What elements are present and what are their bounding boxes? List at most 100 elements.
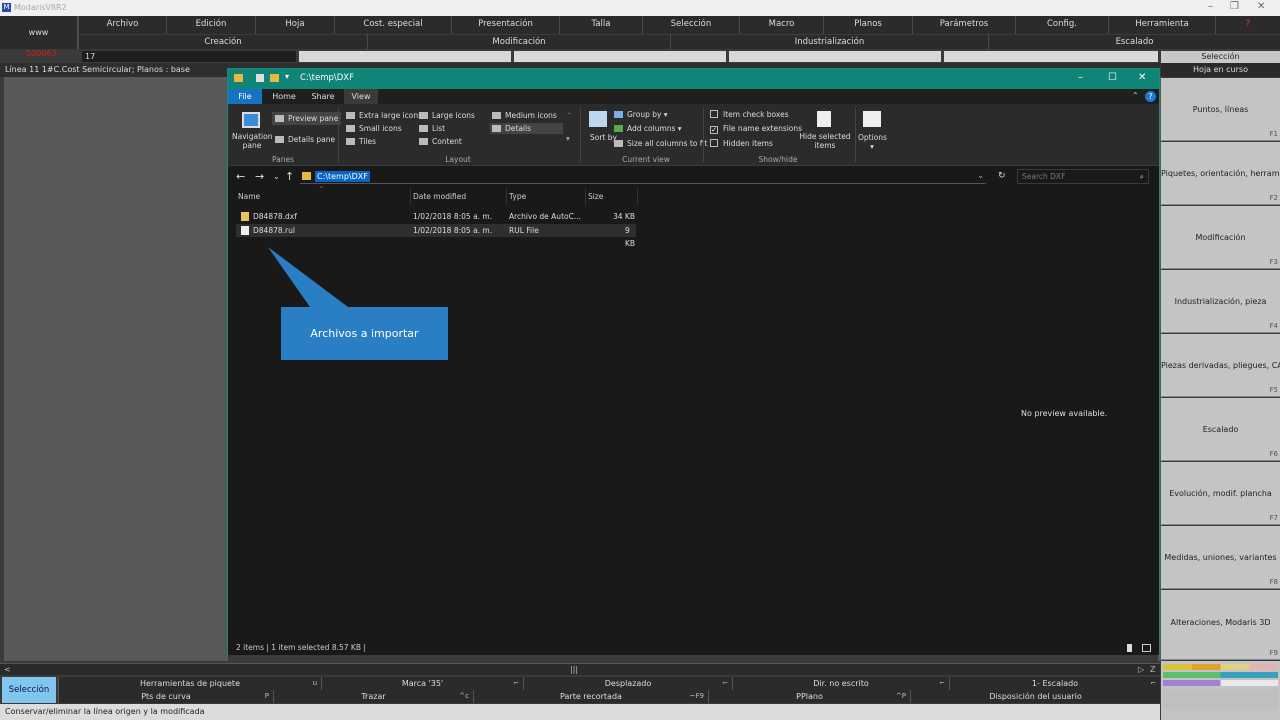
layout-medium-icons[interactable]: Medium icons — [492, 111, 557, 120]
tab-view[interactable]: View — [344, 89, 378, 104]
item-check-boxes-toggle[interactable]: Item check boxes — [710, 110, 789, 119]
add-columns-button[interactable]: Add columns ▾ — [614, 124, 682, 133]
menu-hoja[interactable]: Hoja — [255, 16, 334, 34]
forward-icon[interactable]: → — [255, 170, 264, 183]
menu-presentacion[interactable]: Presentación — [451, 16, 559, 34]
tool-dir-no-escrito[interactable]: Dir. no escrito ⌐ — [732, 677, 949, 690]
menu-herramienta[interactable]: Herramienta — [1108, 16, 1215, 34]
menu-talla[interactable]: Talla — [559, 16, 642, 34]
close-icon[interactable]: ✕ — [1257, 1, 1265, 12]
details-view-icon[interactable] — [1127, 644, 1132, 652]
layout-details[interactable]: Details — [490, 123, 563, 134]
tab-home[interactable]: Home — [266, 89, 302, 104]
menu-modificacion[interactable]: Modificación — [367, 34, 670, 49]
work-area[interactable] — [4, 77, 228, 661]
tool-slot-4[interactable] — [944, 51, 1158, 62]
sort-by-button[interactable]: Sort by — [590, 133, 617, 142]
sidebar-item-piquetes[interactable]: Piquetes, orientación, herramientas F2 — [1161, 142, 1280, 205]
zoom-icon[interactable]: Z — [1150, 664, 1155, 675]
refresh-icon[interactable]: ↻ — [998, 171, 1006, 181]
new-folder-icon[interactable] — [270, 74, 279, 82]
explorer-maximize-icon[interactable]: ☐ — [1108, 72, 1117, 83]
tool-slot-3[interactable] — [729, 51, 941, 62]
selection-button[interactable]: Selección — [2, 677, 56, 703]
scroll-right-icon[interactable]: ▷ — [1138, 664, 1144, 675]
menu-planos[interactable]: Planos — [823, 16, 912, 34]
tool-notch-tools[interactable]: Herramientas de piquete u — [58, 677, 321, 690]
address-text[interactable]: C:\temp\DXF — [315, 171, 370, 182]
help-icon[interactable]: ? — [1215, 16, 1280, 34]
minimize-icon[interactable]: – — [1208, 1, 1213, 12]
menu-parametros[interactable]: Parámetros — [912, 16, 1015, 34]
tool-slot-2[interactable] — [514, 51, 726, 62]
sidebar-current-sheet[interactable]: Hoja en curso — [1161, 63, 1280, 77]
properties-icon[interactable] — [256, 74, 264, 82]
sidebar-item-puntos[interactable]: Puntos, líneas F1 — [1161, 78, 1280, 141]
layout-expand-icon[interactable]: ▾ — [566, 134, 570, 143]
explorer-minimize-icon[interactable]: – — [1078, 72, 1083, 83]
sidebar-item-modificacion[interactable]: Modificación F3 — [1161, 206, 1280, 269]
up-icon[interactable]: ↑ — [285, 170, 294, 183]
file-row[interactable]: D84878.dxf 1/02/2018 8:05 a. m. Archivo … — [236, 210, 636, 223]
www-button[interactable]: www — [0, 16, 78, 49]
sidebar-item-industrializacion[interactable]: Industrialización, pieza F4 — [1161, 270, 1280, 333]
tool-pplano[interactable]: PPlano ^P — [708, 690, 910, 703]
layout-scroll-up-icon[interactable]: ⌃ — [566, 111, 572, 120]
navigation-pane-button[interactable]: Navigation pane — [232, 132, 272, 150]
layout-small-icons[interactable]: Small icons — [346, 124, 402, 133]
recent-locations-icon[interactable]: ⌄ — [273, 172, 280, 181]
restore-icon[interactable]: ❐ — [1230, 1, 1239, 12]
size-all-columns-button[interactable]: Size all columns to fit — [614, 139, 707, 148]
tool-parte-recortada[interactable]: Parte recortada ~F9 — [473, 690, 708, 703]
layout-tiles[interactable]: Tiles — [346, 137, 376, 146]
menu-macro[interactable]: Macro — [739, 16, 823, 34]
tool-marca-35[interactable]: Marca '35' ⌐ — [321, 677, 523, 690]
layout-list[interactable]: List — [419, 124, 445, 133]
tool-trazar[interactable]: Trazar ^c — [273, 690, 473, 703]
sidebar-item-evolucion[interactable]: Evolución, modif. plancha F7 — [1161, 462, 1280, 525]
tool-escalado[interactable]: 1- Escalado ⌐ — [949, 677, 1160, 690]
group-by-button[interactable]: Group by ▾ — [614, 110, 668, 119]
menu-creacion[interactable]: Creación — [78, 34, 367, 49]
back-icon[interactable]: ← — [236, 170, 245, 183]
large-icons-view-icon[interactable] — [1142, 644, 1151, 652]
address-dropdown-icon[interactable]: ⌄ — [977, 171, 984, 180]
help-icon[interactable]: ? — [1145, 91, 1156, 102]
search-input[interactable]: Search DXF ⌕ — [1017, 169, 1149, 184]
explorer-close-icon[interactable]: ✕ — [1138, 72, 1146, 83]
hidden-items-toggle[interactable]: Hidden items — [710, 139, 773, 148]
column-size[interactable]: Size — [588, 192, 603, 201]
preview-pane-button[interactable]: Preview pane — [272, 112, 342, 125]
address-field[interactable]: C:\temp\DXF ⌄ — [300, 169, 986, 184]
column-date-modified[interactable]: Date modified — [413, 192, 466, 201]
sidebar-item-piezas-derivadas[interactable]: Piezas derivadas, pliegues, CAD F5 — [1161, 334, 1280, 397]
value-field[interactable]: 17 — [82, 51, 296, 62]
quick-access-dropdown-icon[interactable]: ▾ — [285, 72, 289, 81]
menu-seleccion[interactable]: Selección — [642, 16, 739, 34]
menu-edicion[interactable]: Edición — [166, 16, 255, 34]
scroll-left-icon[interactable]: < — [4, 664, 11, 675]
file-row[interactable]: D84878.rul 1/02/2018 8:05 a. m. RUL File… — [236, 224, 636, 248]
collapse-ribbon-icon[interactable]: ⌃ — [1132, 91, 1139, 100]
layout-extra-large-icons[interactable]: Extra large icons — [346, 111, 422, 120]
tab-file[interactable]: File — [228, 89, 262, 104]
column-type[interactable]: Type — [509, 192, 526, 201]
sidebar-selection[interactable]: Selección — [1161, 51, 1280, 63]
file-name-extensions-toggle[interactable]: ✓ File name extensions — [710, 124, 802, 134]
menu-cost-especial[interactable]: Cost. especial — [334, 16, 451, 34]
tool-slot-1[interactable] — [299, 51, 511, 62]
scroll-thumb-icon[interactable]: ||| — [570, 664, 578, 675]
tool-disposicion-usuario[interactable]: Disposición del usuario — [910, 690, 1160, 703]
layout-large-icons[interactable]: Large icons — [419, 111, 475, 120]
horizontal-scrollbar[interactable]: < ||| ▷ Z — [0, 663, 1160, 675]
tool-desplazado[interactable]: Desplazado ⌐ — [523, 677, 732, 690]
sidebar-item-alteraciones[interactable]: Alteraciones, Modaris 3D F9 — [1161, 590, 1280, 660]
menu-escalado[interactable]: Escalado — [988, 34, 1280, 49]
tab-share[interactable]: Share — [306, 89, 340, 104]
sidebar-item-medidas[interactable]: Medidas, uniones, variantes F8 — [1161, 526, 1280, 589]
tool-pts-de-curva[interactable]: Pts de curva P — [58, 690, 273, 703]
menu-config[interactable]: Config. — [1015, 16, 1108, 34]
layout-content[interactable]: Content — [419, 137, 462, 146]
menu-industrializacion[interactable]: Industrialización — [670, 34, 988, 49]
details-pane-button[interactable]: Details pane — [275, 135, 335, 144]
